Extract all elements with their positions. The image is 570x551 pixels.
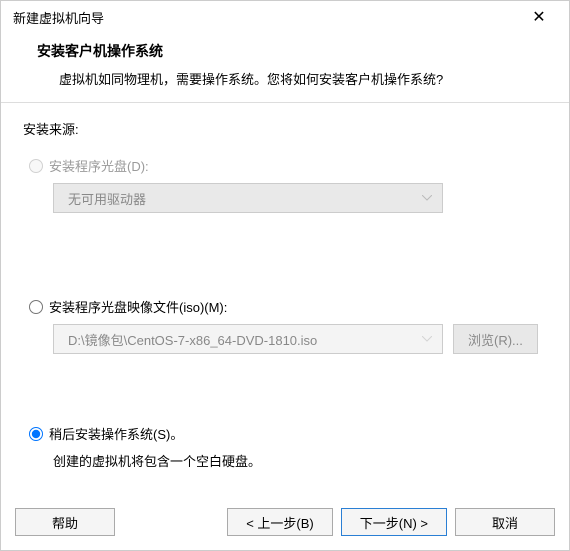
radio-install-iso[interactable] [29, 300, 43, 314]
close-icon[interactable]: ✕ [519, 7, 559, 27]
titlebar: 新建虚拟机向导 ✕ [1, 1, 569, 33]
wizard-footer: 帮助 < 上一步(B) 下一步(N) > 取消 [1, 498, 569, 550]
radio-install-iso-label: 安装程序光盘映像文件(iso)(M): [49, 297, 227, 316]
radio-install-disc-label: 安装程序光盘(D): [49, 156, 149, 175]
radio-install-later[interactable] [29, 427, 43, 441]
browse-button[interactable]: 浏览(R)... [453, 324, 538, 354]
disc-drive-value: 无可用驱动器 [68, 189, 146, 208]
browse-button-label: 浏览(R)... [468, 330, 523, 349]
radio-install-disc[interactable] [29, 159, 43, 173]
window-title: 新建虚拟机向导 [13, 8, 104, 27]
install-source-label: 安装来源: [23, 119, 549, 138]
option-install-later: 稍后安装操作系统(S)。 创建的虚拟机将包含一个空白硬盘。 [23, 424, 549, 470]
wizard-header: 安装客户机操作系统 虚拟机如同物理机，需要操作系统。您将如何安装客户机操作系统? [1, 33, 569, 103]
back-button[interactable]: < 上一步(B) [227, 508, 333, 536]
wizard-window: 新建虚拟机向导 ✕ 安装客户机操作系统 虚拟机如同物理机，需要操作系统。您将如何… [0, 0, 570, 551]
disc-drive-dropdown[interactable]: 无可用驱动器 [53, 183, 443, 213]
option-install-iso: 安装程序光盘映像文件(iso)(M): D:\镜像包\CentOS-7-x86_… [23, 297, 549, 354]
iso-path-value: D:\镜像包\CentOS-7-x86_64-DVD-1810.iso [68, 330, 317, 349]
cancel-button[interactable]: 取消 [455, 508, 555, 536]
chevron-down-icon [422, 195, 432, 201]
option-install-disc: 安装程序光盘(D): 无可用驱动器 [23, 156, 549, 213]
chevron-down-icon [422, 336, 432, 342]
iso-path-field[interactable]: D:\镜像包\CentOS-7-x86_64-DVD-1810.iso [53, 324, 443, 354]
wizard-body: 安装来源: 安装程序光盘(D): 无可用驱动器 安装程序光盘映像文件(iso)(… [1, 103, 569, 498]
help-button[interactable]: 帮助 [15, 508, 115, 536]
next-button[interactable]: 下一步(N) > [341, 508, 447, 536]
header-title: 安装客户机操作系统 [37, 41, 547, 61]
header-subtitle: 虚拟机如同物理机，需要操作系统。您将如何安装客户机操作系统? [59, 69, 547, 88]
radio-install-later-label: 稍后安装操作系统(S)。 [49, 424, 183, 443]
install-later-hint: 创建的虚拟机将包含一个空白硬盘。 [53, 451, 549, 470]
